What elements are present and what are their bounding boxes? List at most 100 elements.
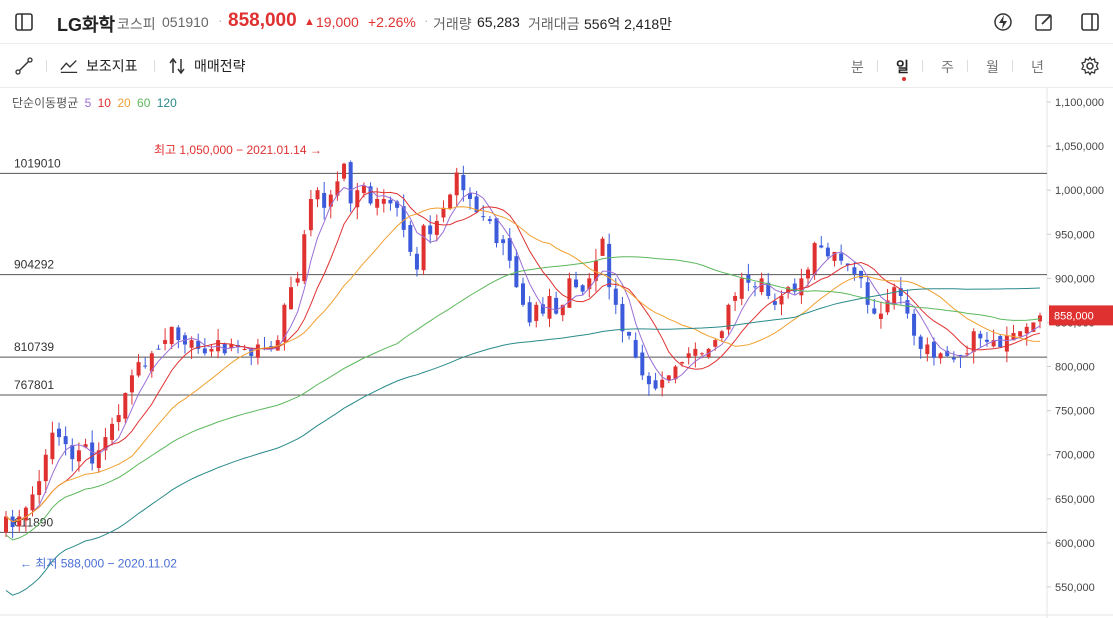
divider [967, 60, 968, 72]
split-view-icon[interactable] [1080, 12, 1100, 32]
price-change-pct: +2.26% [368, 14, 416, 30]
candle-body [487, 219, 492, 222]
candle-body [806, 269, 811, 279]
candle-body [660, 379, 665, 388]
candle-body [388, 199, 393, 204]
candle-body [110, 423, 115, 440]
candle-body [123, 393, 128, 419]
period-month[interactable]: 월 [986, 57, 999, 77]
candle-body [1018, 331, 1023, 337]
candle-body [607, 243, 612, 288]
candle-body [494, 218, 499, 244]
level-label: 1019010 [14, 156, 61, 170]
settings-gear-icon[interactable] [1080, 56, 1100, 76]
candle-body [534, 304, 539, 321]
ma-120-label: 120 [156, 96, 177, 110]
candle-body [680, 362, 685, 364]
divider [46, 60, 47, 72]
candle-body [527, 302, 532, 323]
candle-body [812, 243, 817, 275]
candle-body [302, 234, 307, 282]
candle-body [421, 225, 426, 271]
candle-body [567, 278, 572, 308]
candle-body [713, 340, 718, 347]
candle-body [521, 283, 525, 305]
volume-value: 65,283 [477, 14, 520, 30]
candle-body [156, 348, 161, 350]
candle-body [872, 308, 877, 314]
candle-body [116, 415, 121, 423]
candle-body [381, 199, 386, 204]
candle-body [852, 267, 857, 274]
stock-code: 051910 [162, 14, 209, 30]
y-tick-label: 700,000 [1055, 450, 1095, 462]
high-annotation: 최고 1,050,000 − 2021.01.14 → [154, 143, 322, 157]
candle-body [57, 428, 62, 438]
candle-body [169, 326, 174, 345]
candlestick-chart[interactable]: 1,100,000 1,050,000 1,000,000 950,000 900,00… [0, 88, 1113, 618]
candle-body [865, 282, 870, 305]
divider [877, 60, 878, 72]
current-price: 858,000 [228, 10, 297, 31]
strategy-icon[interactable] [167, 56, 187, 76]
candle-body [434, 221, 439, 235]
strategy-button[interactable]: 매매전략 [194, 56, 246, 76]
candle-body [408, 225, 413, 252]
current-price-tag-label: 858,000 [1054, 310, 1094, 322]
y-tick-label: 1,050,000 [1055, 141, 1104, 153]
level-label: 810739 [14, 340, 54, 354]
candle-body [620, 303, 625, 332]
candle-body [1024, 326, 1029, 334]
candle-body [719, 331, 724, 338]
draw-line-icon[interactable] [14, 56, 34, 76]
candle-body [308, 199, 313, 231]
candle-body [925, 344, 930, 355]
candle-body [17, 516, 22, 527]
period-day[interactable]: 일 [896, 57, 909, 77]
candle-body [825, 247, 830, 257]
candle-body [613, 288, 618, 305]
stock-header: LG화학 코스피 051910 · 858,000 ▲ 19,000 +2.26… [0, 0, 1113, 44]
lightning-icon[interactable] [993, 12, 1013, 32]
edit-icon[interactable] [1034, 12, 1054, 32]
candle-body [295, 278, 300, 283]
candle-body [289, 287, 294, 310]
sidebar-toggle-icon[interactable] [14, 12, 34, 32]
period-minute[interactable]: 분 [851, 57, 864, 77]
period-week[interactable]: 주 [941, 57, 954, 77]
y-tick-label: 1,100,000 [1055, 97, 1104, 109]
indicator-button[interactable]: 보조지표 [86, 56, 138, 76]
separator-dot: · [218, 12, 223, 28]
ma-120-line [5, 287, 1041, 596]
ma-legend-title: 단순이동평균 [12, 96, 79, 110]
candle-body [878, 313, 883, 319]
separator-dot: · [424, 12, 429, 28]
candle-body [859, 270, 864, 279]
y-tick-label: 550,000 [1055, 582, 1095, 594]
indicator-icon[interactable] [59, 56, 79, 76]
candle-body [739, 278, 744, 299]
candle-body [574, 279, 579, 288]
candle-body [461, 175, 466, 191]
candle-body [189, 340, 194, 348]
amount-label: 거래대금 [528, 16, 580, 32]
candle-body [30, 494, 35, 511]
candle-body [547, 296, 552, 319]
y-tick-label: 900,000 [1055, 273, 1095, 285]
candle-body [1004, 335, 1009, 352]
candle-body [580, 285, 585, 292]
level-label: 904292 [14, 258, 54, 272]
up-arrow-icon: ▲ [304, 16, 315, 28]
candle-body [63, 436, 68, 445]
candle-body [951, 357, 956, 360]
candle-body [978, 333, 983, 339]
period-year[interactable]: 년 [1031, 57, 1044, 77]
chart-toolbar: 보조지표 매매전략 분 일 주 월 년 [0, 44, 1113, 88]
candle-body [315, 190, 320, 200]
candle-body [282, 304, 287, 342]
candle-body [448, 194, 453, 209]
volume-label: 거래량 [433, 16, 472, 32]
candle-body [70, 445, 75, 460]
candle-body [507, 238, 512, 261]
y-tick-label: 600,000 [1055, 538, 1095, 550]
